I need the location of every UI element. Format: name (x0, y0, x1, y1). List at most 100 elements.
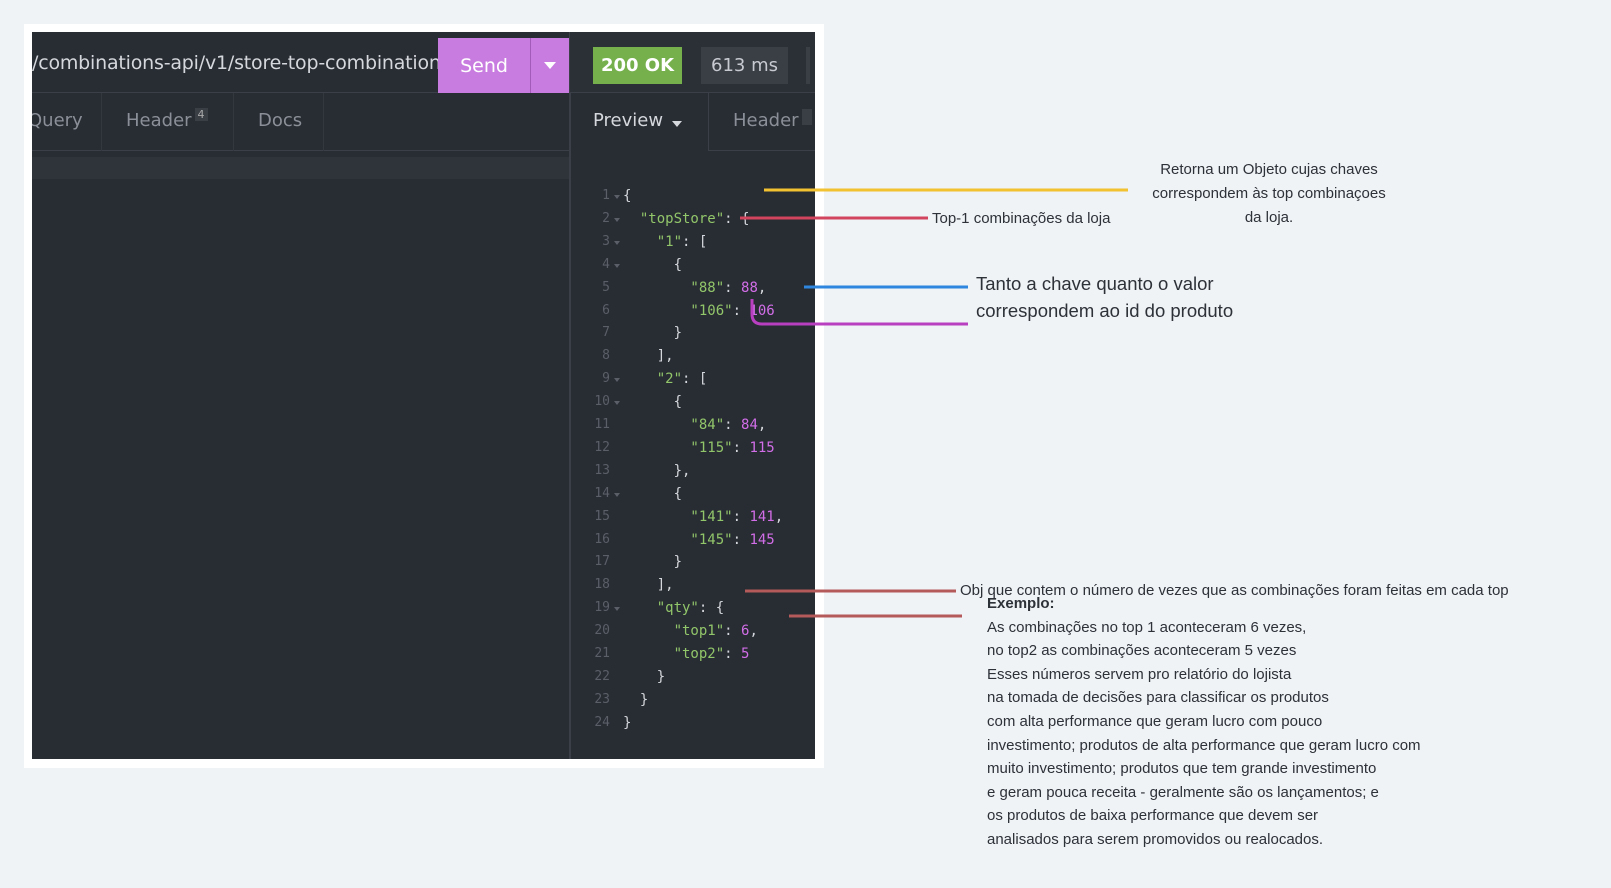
json-punct: } (623, 691, 649, 708)
code-line: 4 { (571, 257, 815, 277)
fold-caret-icon[interactable] (614, 217, 620, 222)
code-text: } (623, 325, 682, 341)
fold-caret-icon[interactable] (614, 492, 620, 497)
code-line: 16 "145": 145 (571, 532, 815, 552)
tab-header-label: Header (126, 110, 192, 131)
annotation-top-store: Retorna um Objeto cujas chaves correspon… (1129, 158, 1409, 230)
line-number: 6 (602, 302, 610, 318)
json-punct: , (757, 417, 767, 433)
fold-caret-icon[interactable] (614, 263, 620, 268)
annotation-example: Exemplo: As combinações no top 1 acontec… (987, 592, 1421, 852)
code-line: 24} (571, 715, 815, 735)
code-line: 17 } (571, 554, 815, 574)
annotation-line: Tanto a chave quanto o valor (976, 273, 1214, 294)
json-punct: : (724, 417, 742, 433)
json-key: "88" (623, 279, 725, 296)
url-bar[interactable]: /combinations-api/v1/store-top-combinati… (32, 32, 438, 93)
code-text: }, (623, 463, 691, 479)
line-number: 10 (594, 394, 610, 410)
example-line: os produtos de baixa performance que dev… (987, 807, 1319, 825)
status-badge: 200 OK (593, 47, 682, 84)
tab-docs[interactable]: Docs (258, 110, 302, 131)
fold-caret-icon[interactable] (614, 607, 620, 612)
request-body-row[interactable] (32, 157, 569, 179)
json-punct: : { (698, 600, 725, 617)
line-number: 4 (602, 256, 610, 272)
code-line: 6 "106": 106 (571, 303, 815, 323)
json-punct: { (623, 188, 632, 204)
annotation-line: correspondem ao id do produto (976, 300, 1234, 321)
code-line: 23 } (571, 692, 815, 712)
fold-caret-icon[interactable] (614, 401, 620, 406)
json-number: 145 (749, 531, 775, 548)
json-key: "2" (623, 371, 683, 388)
annotation-top1: Top-1 combinações da loja (932, 210, 1111, 227)
tab-preview[interactable]: Preview (571, 93, 709, 151)
json-punct: : (724, 623, 742, 640)
line-number: 2 (602, 210, 610, 226)
size-badge-edge (806, 47, 810, 84)
code-line: 2 "topStore": { (571, 211, 815, 231)
json-number: 141 (749, 508, 775, 525)
tab-query[interactable]: Query (32, 110, 83, 131)
line-number: 1 (602, 188, 610, 203)
code-text: "2": [ (623, 371, 708, 388)
fold-caret-icon[interactable] (614, 240, 620, 245)
example-title: Exemplo: (987, 595, 1055, 612)
json-punct: , (749, 623, 758, 640)
fold-caret-icon[interactable] (614, 195, 620, 199)
code-line: 13 }, (571, 463, 815, 483)
tab-preview-label: Preview (593, 110, 664, 131)
code-text: "88": 88, (623, 280, 766, 296)
json-punct: : (724, 646, 742, 662)
line-number: 21 (594, 646, 610, 661)
code-text: "top2": 5 (623, 646, 750, 662)
code-text: { (623, 257, 682, 273)
line-number: 22 (594, 668, 610, 684)
example-line: muito investimento; produtos que tem gra… (987, 760, 1377, 778)
code-line: 8 ], (571, 348, 815, 368)
fold-caret-icon[interactable] (614, 378, 620, 383)
example-line: no top2 as combinações aconteceram 5 vez… (987, 642, 1297, 660)
tab-divider (323, 93, 324, 151)
annotation-line: Retorna um Objeto cujas chaves (1160, 161, 1378, 178)
url-input[interactable]: /combinations-api/v1/store-top-combinati… (32, 52, 438, 74)
json-punct: : [ (682, 371, 708, 388)
example-line: na tomada de decisões para classificar o… (987, 689, 1329, 707)
json-number: 88 (741, 279, 758, 296)
code-line: 21 "top2": 5 (571, 646, 815, 666)
code-text: ], (623, 577, 674, 593)
code-line: 20 "top1": 6, (571, 623, 815, 643)
json-punct: } (623, 554, 683, 571)
send-button[interactable]: Send (438, 38, 530, 93)
send-dropdown-button[interactable] (530, 38, 569, 93)
line-number: 3 (602, 233, 610, 249)
code-text: ], (623, 348, 674, 364)
code-text: "qty": { (623, 600, 724, 616)
json-punct: { (623, 485, 683, 502)
json-punct: { (623, 394, 683, 411)
code-text: "84": 84, (623, 417, 766, 433)
example-line: As combinações no top 1 aconteceram 6 ve… (987, 618, 1307, 636)
line-number: 14 (594, 485, 610, 501)
json-key: "qty" (623, 600, 699, 617)
json-key: "115" (623, 439, 733, 456)
json-key: "top1" (623, 623, 725, 640)
code-line: 12 "115": 115 (571, 440, 815, 460)
json-number: 5 (741, 646, 750, 662)
code-line: 19 "qty": { (571, 600, 815, 620)
tab-divider (233, 93, 234, 151)
tab-header[interactable]: Header 4 (126, 108, 208, 131)
code-text: { (623, 188, 631, 204)
json-punct: : (732, 439, 750, 456)
json-key: "106" (623, 302, 733, 319)
code-text: "115": 115 (623, 439, 774, 456)
code-text: "145": 145 (623, 531, 775, 548)
tab-response-header[interactable]: Header (733, 110, 799, 131)
example-line: Esses números servem pro relatório do lo… (987, 665, 1292, 683)
tab-underline (709, 150, 815, 151)
example-line: analisados para serem promovidos ou real… (987, 830, 1324, 848)
json-key: "1" (623, 233, 683, 250)
line-number: 9 (602, 371, 610, 387)
code-line: 18 ], (571, 577, 815, 597)
